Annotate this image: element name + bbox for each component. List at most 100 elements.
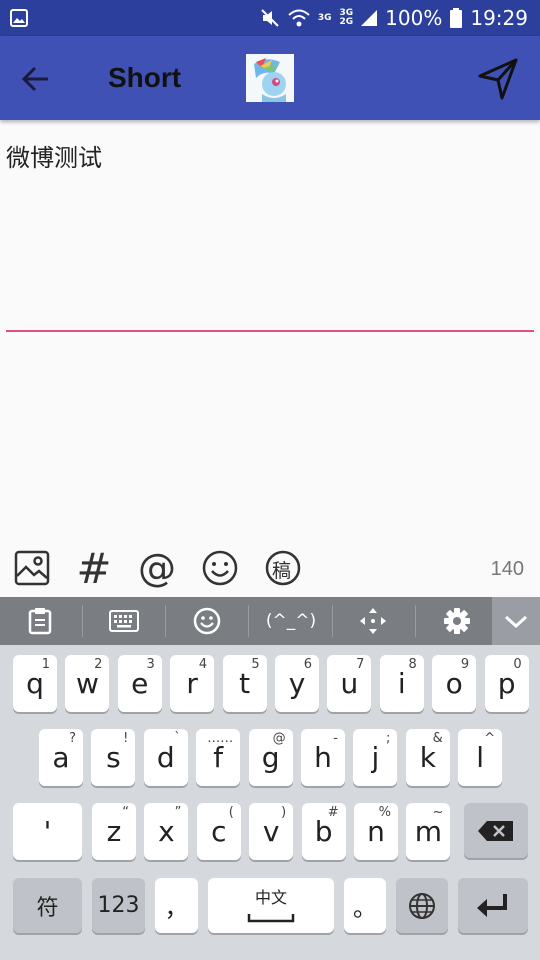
key-hint: 9 [460,657,470,672]
chevron-down-icon [504,615,528,629]
draft-label: 稿 [272,560,292,582]
keyboard-emoji-button[interactable] [187,597,227,645]
collapse-keyboard-button[interactable] [492,597,540,645]
arrow-left-icon[interactable] [20,64,50,94]
key-hint: ; [386,731,391,746]
key-label: s [106,741,121,774]
kaomoji-button[interactable]: (^_^) [258,597,324,645]
post-text-input[interactable]: 微博测试 [6,138,102,173]
enter-icon [477,893,507,917]
key-f[interactable]: f…… [196,729,241,786]
key-label: v [262,815,280,848]
key-apostrophe[interactable]: ' [13,803,82,860]
mention-icon: @ [138,546,176,590]
key-e[interactable]: e3 [117,655,162,712]
gallery-notification-icon [10,9,28,27]
emoji-button[interactable] [200,548,240,588]
separator [248,605,249,637]
wifi-icon [288,9,310,27]
clipboard-icon [28,608,52,635]
key-hint: 5 [251,657,260,672]
key-hint: 0 [513,657,522,672]
key-label: c [211,815,227,848]
key-label: ' [43,815,52,848]
clock: 19:29 [470,6,528,30]
key-s[interactable]: s! [91,729,136,786]
hashtag-button[interactable]: # [74,544,114,593]
key-label: j [371,741,380,774]
key-hint: 8 [408,657,417,672]
globe-icon [409,892,435,919]
key-hint: ^ [484,731,496,746]
signal-icon [361,10,378,26]
key-y[interactable]: y6 [275,655,319,712]
key-b[interactable]: b # [301,803,346,860]
symbols-key[interactable]: 符 [13,878,82,933]
key-d[interactable]: d ` [143,729,188,786]
key-hint: % [378,805,391,820]
gear-icon [444,608,470,634]
key-label: t [239,667,251,700]
numbers-key[interactable]: 123 [92,878,145,933]
space-bar-icon [247,914,295,923]
key-v[interactable]: v) [249,803,294,860]
key-label: i [397,667,406,700]
key-q[interactable]: q1 [13,655,57,712]
key-w[interactable]: w2 [65,655,110,712]
mention-button[interactable]: @ [137,546,177,590]
separator [82,605,83,637]
key-p[interactable]: p0 [484,655,529,712]
image-icon [14,550,50,586]
language-key[interactable] [396,878,448,933]
key-o[interactable]: o9 [432,655,477,712]
backspace-key[interactable] [464,803,528,858]
key-h[interactable]: h- [301,729,345,786]
key-hint: …… [207,731,234,746]
key-hint: 7 [356,657,365,672]
comma-key[interactable]: ， [155,878,198,933]
key-t[interactable]: t5 [222,655,267,712]
network-type-2: 3G 2G [339,8,354,27]
key-z[interactable]: z “ [92,803,136,860]
key-g[interactable]: g @ [248,729,293,786]
emoji-icon [202,550,238,586]
key-i[interactable]: i8 [379,655,424,712]
key-hint: ? [69,731,76,746]
key-m[interactable]: m ~ [406,803,451,860]
image-button[interactable] [12,548,52,588]
mute-icon [261,9,279,27]
cursor-move-button[interactable] [353,597,393,645]
send-icon[interactable] [476,56,520,100]
key-x[interactable]: x” [144,803,189,860]
key-u[interactable]: u7 [327,655,372,712]
key-c[interactable]: c( [196,803,241,860]
smiley-icon [193,607,221,635]
settings-button[interactable] [437,597,477,645]
separator [165,605,166,637]
key-label: a [52,741,70,774]
key-hint: ! [123,731,129,746]
key-hint: ( [228,805,234,820]
key-hint: 4 [198,657,208,672]
key-a[interactable]: a? [39,729,83,786]
keyboard-switch-button[interactable] [104,597,144,645]
key-l[interactable]: l ^ [458,729,503,786]
key-r[interactable]: r4 [170,655,215,712]
key-hint: ” [174,805,182,820]
avatar-image [246,54,294,102]
key-k[interactable]: k & [405,729,450,786]
key-n[interactable]: n% [354,803,398,860]
clipboard-button[interactable] [20,597,60,645]
key-label: l [476,741,485,774]
avatar[interactable] [246,54,294,102]
enter-key[interactable] [458,878,528,933]
draft-button[interactable]: 稿 [263,548,303,588]
key-hint: 2 [94,657,103,672]
network-type-1: 3G [317,12,332,23]
space-key[interactable]: 中文 [208,878,334,933]
period-key[interactable]: 。 [344,878,386,933]
battery-percent: 100% [385,6,443,30]
key-label: d [156,741,175,774]
key-hint: 6 [303,657,312,672]
key-j[interactable]: j; [353,729,398,786]
